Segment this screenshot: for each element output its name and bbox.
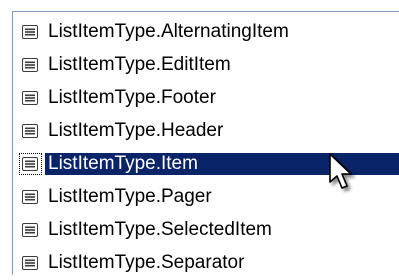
enum-member-icon bbox=[22, 25, 38, 39]
list-item-label: ListItemType.Pager bbox=[48, 186, 212, 207]
intellisense-completion-list[interactable]: ListItemType.AlternatingItem ListItemTyp… bbox=[12, 11, 399, 275]
completion-items: ListItemType.AlternatingItem ListItemTyp… bbox=[13, 16, 399, 280]
list-item-label: ListItemType.EditItem bbox=[48, 54, 231, 75]
enum-member-icon bbox=[22, 91, 38, 105]
list-item-selected[interactable]: ListItemType.Item bbox=[13, 148, 399, 181]
list-item-label: ListItemType.SelectedItem bbox=[48, 219, 272, 240]
list-item[interactable]: ListItemType.AlternatingItem bbox=[13, 16, 399, 49]
enum-member-icon bbox=[22, 190, 38, 204]
list-item[interactable]: ListItemType.Footer bbox=[13, 82, 399, 115]
enum-member-icon bbox=[22, 256, 38, 270]
list-item-label: ListItemType.Footer bbox=[48, 87, 216, 108]
list-item[interactable]: ListItemType.Separator bbox=[13, 247, 399, 280]
list-item-label: ListItemType.Header bbox=[48, 120, 224, 141]
list-item-label: ListItemType.AlternatingItem bbox=[48, 21, 289, 42]
list-item-label: ListItemType.Separator bbox=[48, 252, 245, 273]
list-item[interactable]: ListItemType.SelectedItem bbox=[13, 214, 399, 247]
enum-member-icon bbox=[22, 157, 38, 171]
list-item[interactable]: ListItemType.Header bbox=[13, 115, 399, 148]
list-item-label: ListItemType.Item bbox=[45, 153, 399, 175]
enum-member-icon bbox=[22, 58, 38, 72]
list-item[interactable]: ListItemType.Pager bbox=[13, 181, 399, 214]
enum-member-icon bbox=[22, 223, 38, 237]
enum-member-icon bbox=[22, 124, 38, 138]
list-item[interactable]: ListItemType.EditItem bbox=[13, 49, 399, 82]
